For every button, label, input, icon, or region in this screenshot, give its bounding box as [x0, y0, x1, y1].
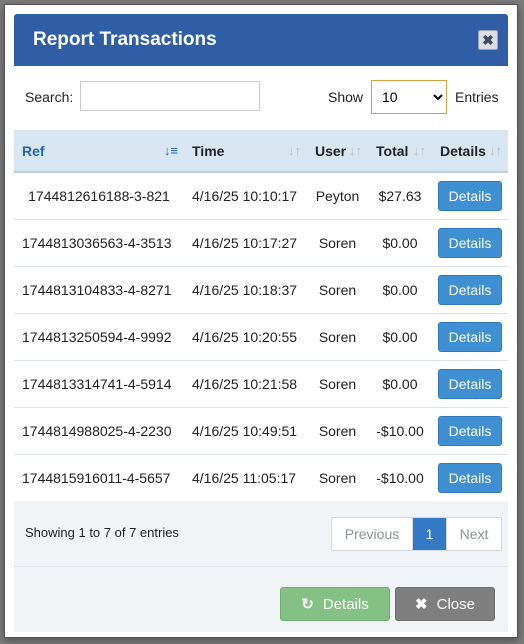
- time-cell: 4/16/25 10:49:51: [184, 406, 307, 454]
- user-cell: Soren: [307, 218, 368, 266]
- close-button[interactable]: ✖ Close: [395, 587, 495, 621]
- sort-icon: ↓↑: [288, 143, 301, 158]
- total-cell: -$10.00: [368, 453, 432, 501]
- action-cell: Details: [432, 406, 508, 454]
- ref-cell: 1744813250594-4-9992: [14, 312, 184, 360]
- action-cell: Details: [432, 359, 508, 407]
- table-row: 1744815916011-4-5657 4/16/25 11:05:17 So…: [14, 453, 508, 501]
- pagination-next[interactable]: Next: [446, 518, 501, 550]
- modal-title: Report Transactions: [33, 29, 217, 50]
- user-cell: Soren: [307, 406, 368, 454]
- ref-cell: 1744812616188-3-821: [14, 171, 184, 219]
- column-header-details[interactable]: Details ↓↑: [432, 130, 508, 173]
- column-header-label: Time: [192, 142, 225, 159]
- total-cell: -$10.00: [368, 406, 432, 454]
- user-cell: Soren: [307, 359, 368, 407]
- row-details-button[interactable]: Details: [438, 274, 502, 305]
- ref-cell: 1744813104833-4-8271: [14, 265, 184, 313]
- entries-per-page-select[interactable]: 10: [371, 80, 447, 114]
- total-cell: $0.00: [368, 265, 432, 313]
- user-cell: Soren: [307, 453, 368, 501]
- user-cell: Soren: [307, 312, 368, 360]
- table-info-text: Showing 1 to 7 of 7 entries: [25, 525, 179, 540]
- column-header-label: Details: [440, 142, 486, 159]
- details-button-label: Details: [322, 595, 369, 613]
- sort-amount-down-icon: ↓≡: [163, 143, 178, 158]
- sort-icon: ↓↑: [349, 143, 362, 158]
- column-header-label: Total: [376, 142, 409, 159]
- column-header-ref[interactable]: Ref ↓≡: [14, 130, 184, 173]
- total-cell: $0.00: [368, 359, 432, 407]
- row-details-button[interactable]: Details: [438, 415, 502, 446]
- time-cell: 4/16/25 10:18:37: [184, 265, 307, 313]
- table-controls: Search: Show 10 Entries: [14, 66, 508, 130]
- search-label: Search:: [25, 89, 74, 105]
- column-header-user[interactable]: User ↓↑: [307, 130, 368, 173]
- column-header-total[interactable]: Total ↓↑: [368, 130, 432, 173]
- table-row: 1744813314741-4-5914 4/16/25 10:21:58 So…: [14, 359, 508, 407]
- close-button-label: Close: [436, 595, 475, 613]
- ref-cell: 1744813036563-4-3513: [14, 218, 184, 266]
- modal-header: Report Transactions ✖: [14, 14, 508, 66]
- modal-body: Search: Show 10 Entries Ref ↓≡ Time ↓↑ U…: [14, 66, 508, 566]
- pagination: Previous 1 Next: [331, 517, 502, 551]
- close-icon[interactable]: ✖: [478, 30, 498, 50]
- action-cell: Details: [432, 265, 508, 313]
- column-header-label: User: [315, 142, 347, 159]
- user-cell: Soren: [307, 265, 368, 313]
- ref-cell: 1744813314741-4-5914: [14, 359, 184, 407]
- action-cell: Details: [432, 453, 508, 501]
- time-cell: 4/16/25 10:21:58: [184, 359, 307, 407]
- search-input[interactable]: [80, 81, 260, 111]
- modal-footer: ↻ Details ✖ Close: [14, 566, 508, 632]
- refresh-icon: ↻: [301, 596, 314, 613]
- table-row: 1744814988025-4-2230 4/16/25 10:49:51 So…: [14, 406, 508, 454]
- table-row: 1744813036563-4-3513 4/16/25 10:17:27 So…: [14, 218, 508, 266]
- row-details-button[interactable]: Details: [438, 321, 502, 352]
- action-cell: Details: [432, 218, 508, 266]
- action-cell: Details: [432, 171, 508, 219]
- row-details-button[interactable]: Details: [438, 462, 502, 493]
- sort-icon: ↓↑: [489, 143, 502, 158]
- table-row: 1744813104833-4-8271 4/16/25 10:18:37 So…: [14, 265, 508, 313]
- total-cell: $27.63: [368, 171, 432, 219]
- sort-icon: ↓↑: [413, 143, 426, 158]
- time-cell: 4/16/25 10:17:27: [184, 218, 307, 266]
- report-transactions-modal: Report Transactions ✖ Search: Show 10 En…: [4, 4, 518, 638]
- ref-cell: 1744815916011-4-5657: [14, 453, 184, 501]
- table-header-row: Ref ↓≡ Time ↓↑ User ↓↑ Total ↓↑ Details …: [14, 130, 508, 173]
- column-header-label: Ref: [22, 142, 45, 159]
- column-header-time[interactable]: Time ↓↑: [184, 130, 307, 173]
- total-cell: $0.00: [368, 218, 432, 266]
- time-cell: 4/16/25 10:20:55: [184, 312, 307, 360]
- row-details-button[interactable]: Details: [438, 368, 502, 399]
- row-details-button[interactable]: Details: [438, 227, 502, 258]
- entries-label: Entries: [455, 89, 499, 105]
- time-cell: 4/16/25 11:05:17: [184, 453, 307, 501]
- row-details-button[interactable]: Details: [438, 180, 502, 211]
- table-row: 1744812616188-3-821 4/16/25 10:10:17 Pey…: [14, 171, 508, 219]
- total-cell: $0.00: [368, 312, 432, 360]
- show-label: Show: [328, 89, 364, 105]
- ref-cell: 1744814988025-4-2230: [14, 406, 184, 454]
- transactions-table: Ref ↓≡ Time ↓↑ User ↓↑ Total ↓↑ Details …: [14, 130, 508, 501]
- table-row: 1744813250594-4-9992 4/16/25 10:20:55 So…: [14, 312, 508, 360]
- details-button[interactable]: ↻ Details: [280, 587, 390, 621]
- pagination-page-current[interactable]: 1: [413, 518, 446, 550]
- close-icon: ✖: [415, 596, 428, 613]
- user-cell: Peyton: [307, 171, 368, 219]
- time-cell: 4/16/25 10:10:17: [184, 171, 307, 219]
- pagination-previous[interactable]: Previous: [332, 518, 413, 550]
- action-cell: Details: [432, 312, 508, 360]
